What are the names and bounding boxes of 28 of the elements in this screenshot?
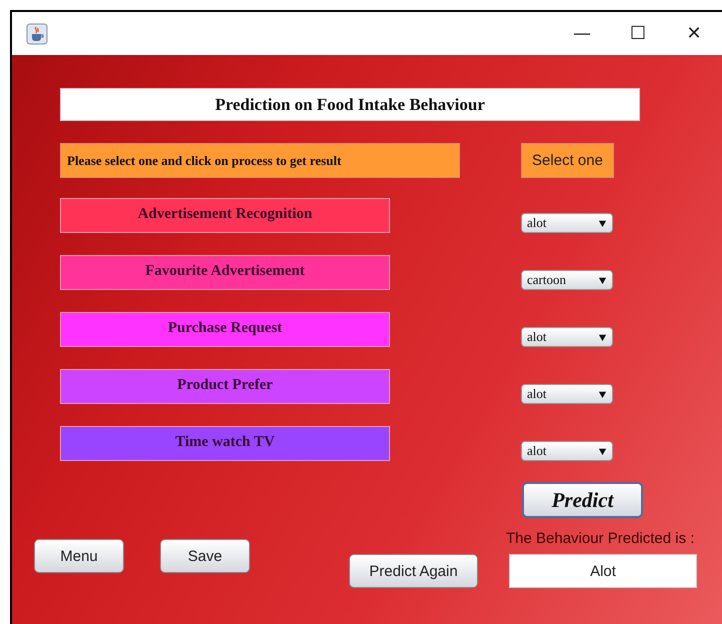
result-label: The Behaviour Predicted is : bbox=[506, 530, 696, 547]
predict-again-button[interactable]: Predict Again bbox=[349, 554, 478, 588]
menu-button[interactable]: Menu bbox=[34, 539, 124, 573]
question-label: Advertisement Recognition bbox=[60, 198, 390, 233]
java-cup-icon bbox=[26, 22, 48, 44]
question-label: Time watch TV bbox=[60, 426, 390, 461]
answer-dropdown[interactable]: alot bbox=[521, 213, 613, 233]
select-one-label: Select one bbox=[521, 143, 614, 178]
answer-dropdown[interactable]: alot bbox=[521, 384, 613, 404]
instruction-label: Please select one and click on process to get result bbox=[60, 143, 460, 178]
question-label: Favourite Advertisement bbox=[60, 255, 390, 290]
answer-dropdown[interactable]: alot bbox=[521, 441, 613, 461]
dropdown-arrow-icon bbox=[598, 390, 607, 398]
result-field: Alot bbox=[509, 554, 697, 588]
dropdown-arrow-icon bbox=[598, 218, 607, 228]
dropdown-arrow-icon bbox=[598, 332, 607, 342]
close-button[interactable]: ✕ bbox=[666, 23, 722, 44]
save-button[interactable]: Save bbox=[160, 539, 250, 573]
dropdown-arrow-icon bbox=[598, 446, 607, 456]
minimize-button[interactable]: — bbox=[554, 23, 610, 44]
answer-dropdown[interactable]: alot bbox=[521, 327, 613, 347]
dropdown-arrow-icon bbox=[598, 276, 607, 284]
maximize-button[interactable]: ☐ bbox=[610, 23, 666, 44]
question-label: Product Prefer bbox=[60, 369, 390, 404]
answer-dropdown[interactable]: cartoon bbox=[521, 270, 613, 290]
question-label: Purchase Request bbox=[60, 312, 390, 347]
form-title: Prediction on Food Intake Behaviour bbox=[60, 88, 640, 121]
predict-button[interactable]: Predict bbox=[522, 482, 643, 518]
